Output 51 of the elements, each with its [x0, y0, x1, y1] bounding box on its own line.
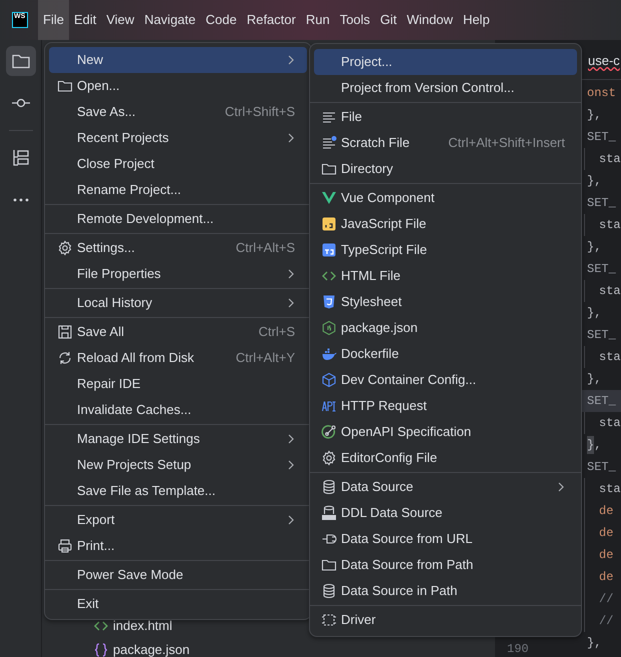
menu-item-label: Dockerfile — [341, 345, 399, 364]
shortcut-label: Ctrl+Alt+S — [236, 239, 295, 258]
menu-item-label: Project... — [341, 53, 392, 72]
menu-item-label: Stylesheet — [341, 293, 402, 312]
menu-item-label: Reload All from Disk — [77, 349, 194, 368]
menu-item-label: Data Source from Path — [341, 556, 474, 574]
menu-item-label: Repair IDE — [77, 375, 141, 394]
menu-item-label: HTML File — [341, 267, 400, 286]
menu-item-label: DDL Data Source — [341, 504, 442, 522]
menu-item-label: Power Save Mode — [77, 566, 184, 584]
menu-item-label: Save File as Template... — [77, 482, 216, 500]
menu-item-label: Project from Version Control... — [341, 79, 514, 98]
menu-item-label: New — [77, 51, 104, 70]
menu-item-label: Local History — [77, 294, 152, 312]
menu-item-label: New Projects Setup — [77, 456, 192, 474]
tree-item-label: package.json — [113, 641, 190, 657]
menu-item-label: Export — [77, 511, 115, 530]
menu-item-label: Open... — [77, 77, 120, 96]
shortcut-label: Ctrl+Shift+S — [224, 103, 295, 122]
menu-item-label: Invalidate Caches... — [77, 401, 192, 420]
line-number: 190 — [507, 642, 529, 656]
menu-item-label: Save As... — [77, 103, 136, 122]
menu-item-label: Scratch File — [341, 134, 410, 152]
menu-item-label: Remote Development... — [77, 210, 214, 228]
menu-item-label: File — [341, 108, 362, 126]
menu-item-label: package.json — [341, 319, 418, 338]
menu-item-label: EditorConfig File — [341, 449, 438, 468]
menu-item-label: Settings... — [77, 239, 135, 258]
menu-item-label: Manage IDE Settings — [77, 430, 200, 448]
menu-item-label: Driver — [341, 611, 376, 630]
menu-item-label: Vue Component — [341, 189, 434, 208]
menu-item-label: OpenAPI Specification — [341, 423, 472, 442]
shortcut-label: Ctrl+Alt+Y — [236, 349, 295, 368]
menu-item-label: JavaScript File — [341, 215, 426, 234]
shortcut-label: Ctrl+S — [258, 323, 295, 342]
menu-item-label: Data Source in Path — [341, 582, 458, 600]
menu-item-label: Rename Project... — [77, 181, 182, 200]
menu-item-label: Print... — [77, 537, 115, 556]
menu-item-label: HTTP Request — [341, 397, 427, 416]
menu-item-label: Close Project — [77, 155, 154, 174]
menu-item-label: TypeScript File — [341, 241, 427, 260]
menu-item-label: Recent Projects — [77, 129, 169, 148]
menu-item-label: Data Source from URL — [341, 530, 472, 548]
shortcut-label: Ctrl+Alt+Shift+Insert — [448, 134, 565, 152]
menu-item-label: Dev Container Config... — [341, 371, 476, 390]
tree-item-label: index.html — [113, 617, 172, 636]
menu-item-label: Save All — [77, 323, 124, 342]
menu-item-label: Exit — [77, 595, 99, 614]
menu-item-label: Directory — [341, 160, 394, 178]
menu-item-label: File Properties — [77, 265, 161, 284]
menu-item-label: Data Source — [341, 478, 414, 496]
